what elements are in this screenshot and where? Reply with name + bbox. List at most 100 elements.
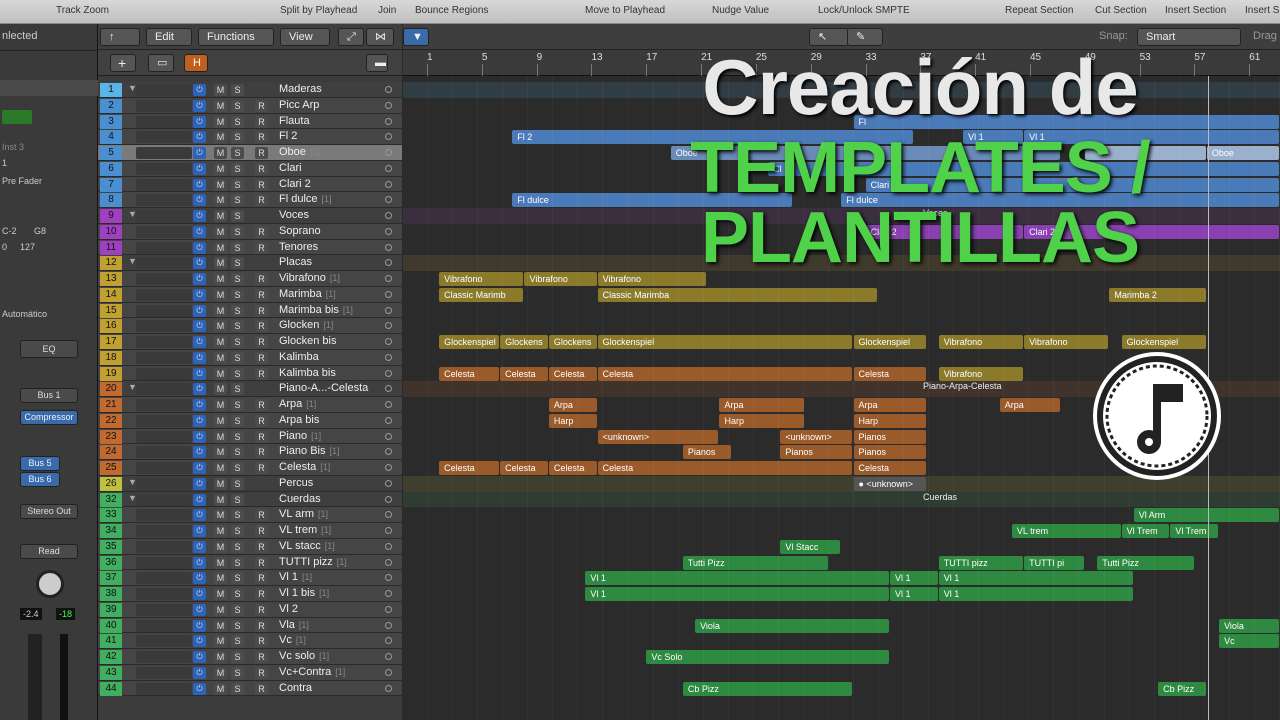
record-button[interactable]: R	[255, 241, 268, 254]
region[interactable]: Harp	[719, 413, 804, 428]
vel-high[interactable]: 127	[20, 242, 35, 252]
track-option-icon[interactable]	[385, 101, 392, 109]
track-row[interactable]: 3 ⏻ M S R Flauta	[98, 113, 402, 130]
region[interactable]: Cb Pizz	[1158, 681, 1206, 696]
track-option-icon[interactable]	[385, 353, 392, 361]
toolbar-label[interactable]: Join	[378, 5, 396, 16]
track-row[interactable]: 4 ⏻ M S R Fl 2	[98, 129, 402, 145]
power-icon[interactable]: ⏻	[193, 273, 206, 285]
solo-button[interactable]: S	[231, 383, 244, 396]
power-icon[interactable]: ⏻	[193, 84, 206, 96]
toolbar-label[interactable]: Move to Playhead	[585, 5, 665, 16]
solo-button[interactable]: S	[231, 99, 244, 112]
toolbar-label[interactable]: Lock/Unlock SMPTE	[818, 5, 910, 16]
track-row[interactable]: 5 ⏻ M S R Oboe [1]	[98, 145, 402, 161]
power-icon[interactable]: ⏻	[193, 588, 206, 600]
mute-button[interactable]: M	[214, 115, 227, 128]
power-icon[interactable]: ⏻	[193, 446, 206, 459]
region[interactable]: Glockenspiel	[597, 335, 853, 349]
mute-button[interactable]: M	[214, 430, 227, 443]
mute-button[interactable]: M	[214, 462, 227, 474]
solo-button[interactable]: S	[231, 682, 244, 695]
output-button[interactable]: Stereo Out	[20, 504, 78, 519]
track-row[interactable]: 22 ⏻ M S R Arpa bis	[98, 412, 402, 429]
track-option-icon[interactable]	[385, 684, 392, 692]
solo-button[interactable]: S	[231, 336, 244, 348]
power-icon[interactable]: ⏻	[193, 399, 206, 411]
vel-low[interactable]: 0	[2, 242, 7, 252]
record-button[interactable]: R	[255, 540, 268, 553]
power-icon[interactable]: ⏻	[193, 603, 206, 616]
record-button[interactable]: R	[255, 603, 268, 616]
mute-button[interactable]: M	[214, 446, 227, 459]
region[interactable]: <unknown>	[780, 429, 853, 444]
solo-button[interactable]: S	[231, 351, 244, 364]
record-button[interactable]: R	[255, 367, 268, 380]
track-row[interactable]: 33 ⏻ M S R VL arm [1]	[98, 507, 402, 523]
track-row[interactable]: 21 ⏻ M S R Arpa [1]	[98, 397, 402, 413]
record-button[interactable]: R	[255, 304, 268, 317]
fader-mode[interactable]: Pre Fader	[2, 176, 42, 186]
toolbar-label[interactable]: Repeat Section	[1005, 5, 1073, 16]
read-button[interactable]: Read	[20, 544, 78, 559]
record-button[interactable]: R	[255, 462, 268, 474]
track-option-icon[interactable]	[385, 338, 392, 345]
solo-button[interactable]: S	[231, 603, 244, 616]
mute-button[interactable]: M	[214, 619, 227, 632]
region[interactable]: Harp	[548, 413, 597, 428]
track-row[interactable]: 41 ⏻ M S R Vc [1]	[98, 633, 402, 649]
record-button[interactable]: R	[255, 399, 268, 411]
region[interactable]: Celesta	[439, 461, 500, 475]
region[interactable]: Arpa	[719, 398, 804, 412]
mute-button[interactable]: M	[214, 414, 227, 427]
solo-button[interactable]: S	[231, 540, 244, 553]
power-icon[interactable]: ⏻	[193, 525, 206, 537]
region[interactable]: Vibrafono	[1024, 335, 1109, 349]
record-button[interactable]: R	[255, 225, 268, 238]
solo-button[interactable]: S	[231, 509, 244, 522]
region[interactable]: <unknown>	[597, 429, 719, 444]
track-option-icon[interactable]	[385, 621, 392, 629]
record-button[interactable]: R	[255, 273, 268, 285]
track-option-icon[interactable]	[385, 86, 392, 93]
power-icon[interactable]: ⏻	[193, 682, 206, 695]
toolbar-label[interactable]: Track Zoom	[56, 5, 109, 16]
mute-button[interactable]: M	[214, 241, 227, 254]
mute-button[interactable]: M	[214, 257, 227, 270]
toolbar-label[interactable]: Split by Playhead	[280, 5, 357, 16]
bus1-send[interactable]: Bus 1	[20, 388, 78, 403]
track-option-icon[interactable]	[385, 117, 392, 125]
solo-button[interactable]: S	[231, 84, 244, 96]
solo-button[interactable]: S	[231, 399, 244, 411]
power-icon[interactable]: ⏻	[193, 162, 206, 175]
region[interactable]: Vibrafono	[938, 335, 1024, 349]
mute-button[interactable]: M	[214, 99, 227, 112]
mute-button[interactable]: M	[214, 635, 227, 648]
key-high[interactable]: G8	[34, 226, 46, 236]
track-row[interactable]: 23 ⏻ M S R Piano [1]	[98, 428, 402, 445]
track-option-icon[interactable]	[385, 196, 392, 204]
solo-button[interactable]: S	[231, 572, 244, 585]
power-icon[interactable]: ⏻	[193, 509, 206, 522]
region[interactable]: Pianos	[682, 445, 731, 460]
mute-button[interactable]: M	[214, 651, 227, 663]
track-option-icon[interactable]	[385, 495, 392, 503]
track-option-icon[interactable]	[385, 542, 392, 550]
region[interactable]: Tutti Pizz	[682, 555, 829, 570]
power-icon[interactable]: ⏻	[193, 225, 206, 238]
track-option-icon[interactable]	[385, 448, 392, 456]
solo-button[interactable]: S	[231, 162, 244, 175]
track-row[interactable]: 16 ⏻ M S R Glocken [1]	[98, 318, 402, 334]
record-button[interactable]: R	[255, 619, 268, 632]
power-icon[interactable]: ⏻	[193, 178, 206, 191]
region[interactable]: Vl Arm	[1133, 508, 1279, 523]
mute-button[interactable]: M	[214, 194, 227, 207]
mute-button[interactable]: M	[214, 603, 227, 616]
track-row[interactable]: 44 ⏻ M S R Contra	[98, 680, 402, 697]
track-row[interactable]: 19 ⏻ M S R Kalimba bis	[98, 365, 402, 382]
track-row[interactable]: 18 ⏻ M S R Kalimba	[98, 349, 402, 366]
power-icon[interactable]: ⏻	[193, 651, 206, 663]
key-low[interactable]: C-2	[2, 226, 17, 236]
track-row[interactable]: 36 ⏻ M S R TUTTI pizz [1]	[98, 554, 402, 571]
mute-button[interactable]: M	[214, 147, 227, 159]
